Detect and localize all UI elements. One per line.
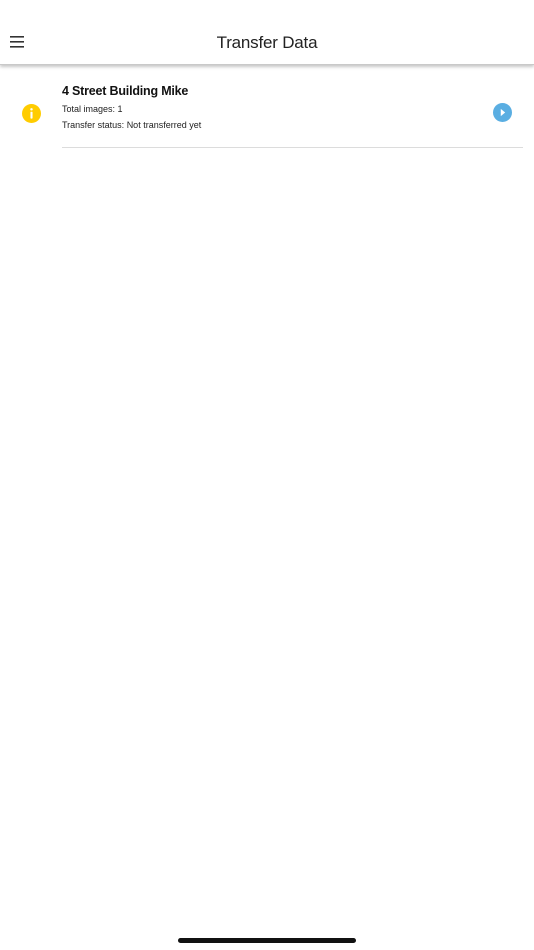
transfer-item-details: 4 Street Building Mike Total images: 1 T… (62, 84, 201, 136)
transfer-item-status: Transfer status: Not transferred yet (62, 120, 202, 130)
transfer-item-total-images: Total images: 1 (62, 104, 123, 114)
page-title: Transfer Data (216, 33, 318, 52)
transfer-list: 4 Street Building Mike Total images: 1 T… (0, 66, 534, 950)
transfer-item-name: 4 Street Building Mike (62, 84, 189, 98)
home-indicator (178, 938, 356, 943)
info-icon (22, 104, 41, 123)
app-header: Transfer Data (0, 0, 534, 65)
chevron-right-circle-icon[interactable] (493, 103, 512, 122)
transfer-list-item[interactable]: 4 Street Building Mike Total images: 1 T… (0, 80, 534, 148)
list-divider (62, 147, 523, 148)
